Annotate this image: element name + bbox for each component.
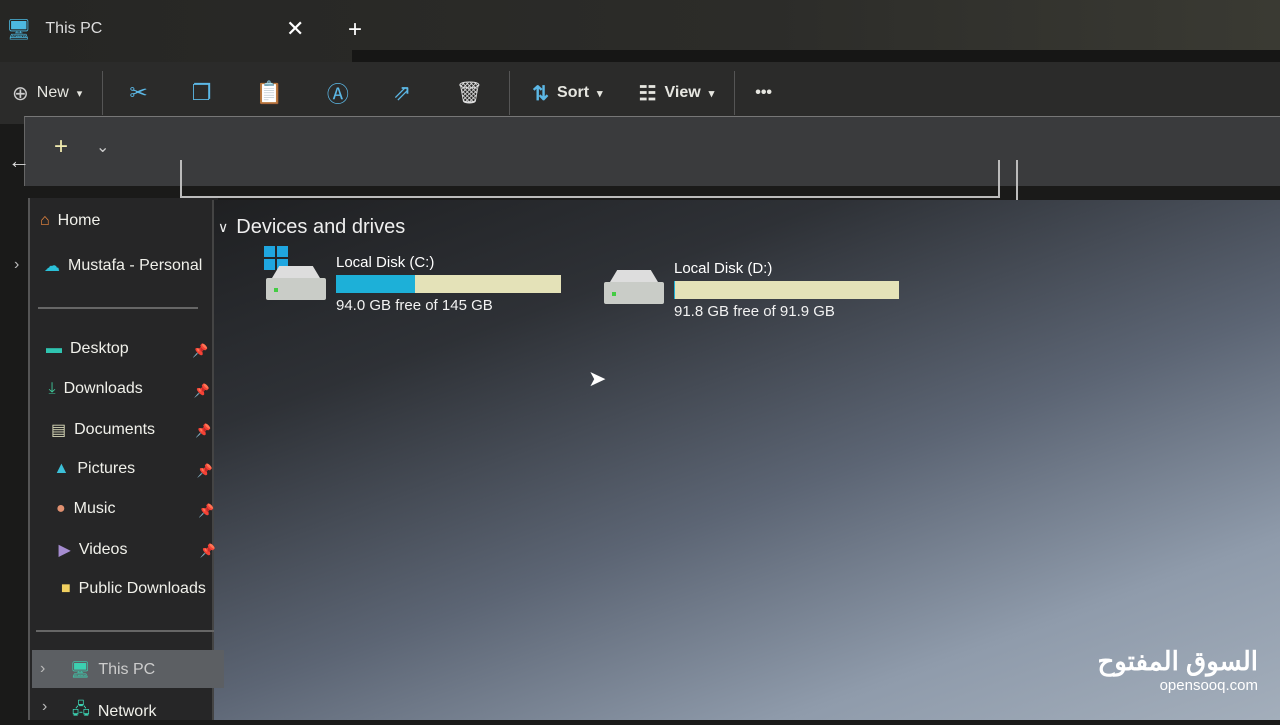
- view-list-icon: ☷: [639, 81, 657, 106]
- desktop-folder-icon: ▬: [46, 340, 62, 358]
- sidebar-label: Pictures: [77, 460, 135, 478]
- devices-section-header[interactable]: ∨ Devices and drives: [218, 216, 405, 239]
- chevron-down-icon: ▾: [709, 87, 715, 100]
- sort-label: Sort: [557, 84, 589, 102]
- drive-name: Local Disk (D:): [674, 260, 899, 277]
- download-icon: ⤓: [49, 380, 56, 398]
- pictures-icon: ▲: [54, 460, 70, 478]
- sidebar-item-this-pc[interactable]: 🖥 This PC: [70, 660, 155, 680]
- network-icon: 🖧: [72, 698, 90, 725]
- sidebar-label: Mustafa - Personal: [68, 257, 202, 275]
- cloud-icon: ☁: [44, 256, 60, 276]
- cut-icon[interactable]: ✂: [129, 80, 147, 106]
- mouse-cursor-icon: ➤: [588, 366, 606, 392]
- sidebar-item-pictures[interactable]: ▲ Pictures: [54, 460, 136, 478]
- drive-usage-bar: [674, 281, 899, 299]
- tab-title: This PC: [45, 20, 102, 38]
- documents-icon: ▤: [51, 420, 66, 440]
- sort-icon: ⇅: [532, 81, 549, 106]
- sidebar-item-downloads[interactable]: ⤓ Downloads: [49, 380, 143, 398]
- pin-icon[interactable]: 📌: [197, 463, 213, 479]
- pin-icon[interactable]: 📌: [200, 543, 216, 559]
- close-tab-icon[interactable]: ✕: [286, 16, 304, 42]
- chevron-down-icon[interactable]: ⌄: [96, 137, 109, 157]
- divider: [102, 71, 103, 115]
- sidebar-label: Public Downloads: [79, 580, 206, 598]
- pin-icon[interactable]: 📌: [192, 343, 208, 359]
- sidebar-label: Desktop: [70, 340, 129, 358]
- watermark-latin: opensooq.com: [1097, 677, 1258, 694]
- sidebar-item-music[interactable]: ● Music: [56, 500, 115, 518]
- delete-icon[interactable]: 🗑: [455, 80, 483, 106]
- sidebar-item-videos[interactable]: ▶ Videos: [59, 540, 128, 560]
- sidebar-label: Network: [98, 703, 157, 721]
- sidebar-label: This PC: [98, 661, 155, 679]
- divider: [509, 71, 510, 115]
- sidebar-item-public-downloads[interactable]: ■ Public Downloads: [61, 580, 206, 598]
- sidebar-label: Music: [74, 500, 116, 518]
- sidebar-item-desktop[interactable]: ▬ Desktop: [46, 340, 129, 358]
- drive-name: Local Disk (C:): [336, 254, 561, 271]
- drive-usage-fill: [336, 275, 415, 293]
- sort-button[interactable]: ⇅ Sort ▾: [532, 81, 602, 106]
- expand-chevron-icon[interactable]: ›: [14, 256, 19, 274]
- section-title: Devices and drives: [236, 216, 405, 239]
- pin-icon[interactable]: 📌: [198, 503, 214, 519]
- sidebar-label: Downloads: [64, 380, 143, 398]
- sidebar-label: Videos: [79, 541, 128, 559]
- view-button[interactable]: ☷ View ▾: [639, 81, 715, 106]
- sidebar-item-network[interactable]: 🖧 Network: [72, 698, 157, 725]
- this-pc-icon: 🖥: [6, 17, 31, 42]
- more-options-button[interactable]: •••: [755, 84, 772, 102]
- tab-this-pc[interactable]: 🖥 This PC: [0, 0, 330, 58]
- sidebar-item-home[interactable]: ⌂ Home: [40, 212, 100, 230]
- music-icon: ●: [56, 500, 66, 518]
- new-label: New: [37, 84, 69, 102]
- plus-circle-icon: ⊕: [12, 81, 29, 106]
- watermark-arabic: السوق المفتوح: [1097, 646, 1258, 677]
- sidebar-label: Home: [58, 212, 101, 230]
- home-icon: ⌂: [40, 212, 50, 230]
- drive-usage-bar: [336, 275, 561, 293]
- sidebar-label: Documents: [74, 421, 155, 439]
- folder-icon: ■: [61, 580, 71, 598]
- search-input[interactable]: [1016, 160, 1280, 204]
- opensooq-watermark: السوق المفتوح opensooq.com: [1097, 646, 1258, 694]
- sidebar-item-documents[interactable]: ▤ Documents: [51, 420, 155, 440]
- chevron-down-icon: ▾: [77, 87, 83, 100]
- paste-icon[interactable]: 📋: [255, 80, 282, 106]
- divider: [734, 71, 735, 115]
- pin-icon[interactable]: 📌: [194, 383, 210, 399]
- title-bar: 🖥 This PC ✕ +: [0, 0, 1280, 62]
- rename-icon[interactable]: Ⓐ: [327, 77, 349, 109]
- back-arrow-icon[interactable]: ←: [8, 148, 30, 174]
- command-bar: ⊕ New ▾ ✂ ❐ 📋 Ⓐ ⇗ 🗑 ⇅ Sort ▾ ☷ View ▾ ••…: [0, 62, 1280, 124]
- navigation-pane: [28, 198, 218, 720]
- chevron-down-icon: ▾: [597, 87, 603, 100]
- address-input[interactable]: [180, 160, 1000, 198]
- new-tab-button[interactable]: +: [348, 16, 362, 44]
- divider: [36, 630, 214, 632]
- new-button[interactable]: ⊕ New ▾: [12, 81, 82, 106]
- videos-icon: ▶: [59, 540, 71, 560]
- view-label: View: [665, 84, 701, 102]
- sidebar-item-onedrive[interactable]: ☁ Mustafa - Personal: [44, 256, 202, 276]
- hard-drive-icon: [604, 264, 664, 304]
- pin-icon[interactable]: 📌: [195, 423, 211, 439]
- expand-chevron-icon[interactable]: ›: [40, 660, 45, 678]
- divider: [38, 307, 198, 309]
- plus-icon[interactable]: +: [54, 133, 68, 161]
- share-icon[interactable]: ⇗: [393, 80, 411, 106]
- hard-drive-icon: [266, 260, 326, 300]
- drive-d[interactable]: Local Disk (D:) 91.8 GB free of 91.9 GB: [604, 260, 899, 320]
- drive-free-space: 94.0 GB free of 145 GB: [336, 297, 561, 314]
- copy-icon[interactable]: ❐: [192, 80, 212, 106]
- chevron-down-icon: ∨: [218, 219, 228, 236]
- this-pc-icon: 🖥: [70, 660, 90, 680]
- expand-chevron-icon[interactable]: ›: [42, 698, 47, 716]
- drive-c[interactable]: Local Disk (C:) 94.0 GB free of 145 GB: [266, 254, 561, 314]
- drive-free-space: 91.8 GB free of 91.9 GB: [674, 303, 899, 320]
